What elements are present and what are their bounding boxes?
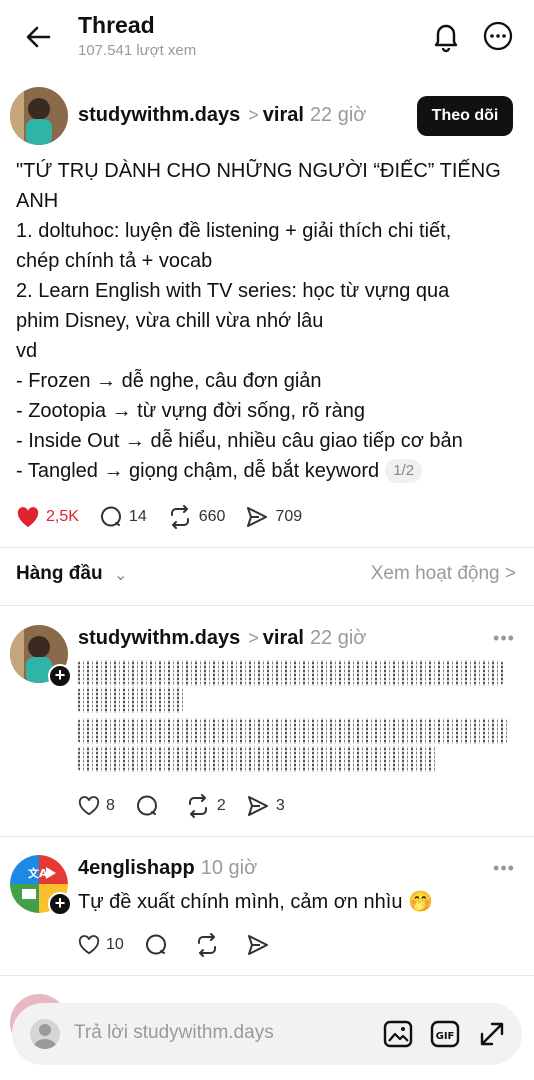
repost-icon xyxy=(188,794,207,818)
share-button[interactable]: 3 xyxy=(246,794,285,818)
post-line: vd xyxy=(16,340,38,362)
post-username[interactable]: studywithm.days xyxy=(78,104,240,126)
post-actions: 2,5K 14 660 709 xyxy=(16,505,322,529)
divider xyxy=(0,547,534,548)
reply-actions: 10 xyxy=(78,933,296,957)
reply-input[interactable]: Trả lời studywithm.days xyxy=(74,1022,274,1044)
divider xyxy=(0,836,534,837)
more-options-icon[interactable]: ••• xyxy=(490,858,518,878)
comment-button[interactable] xyxy=(144,933,174,957)
post-line: - Zootopia → từ vựng đời sống, rõ ràng xyxy=(16,400,365,422)
reply-actions: 8 2 3 xyxy=(78,794,305,818)
post-meta: studywithm.days > viral 22 giờ xyxy=(78,104,366,127)
comment-icon xyxy=(100,506,121,527)
reply-meta: 4englishapp 10 giờ xyxy=(78,857,257,880)
share-icon xyxy=(247,507,268,527)
bell-icon[interactable] xyxy=(428,18,464,54)
post-line: ANH xyxy=(16,190,59,212)
like-count: 10 xyxy=(106,936,124,953)
user-avatar-icon xyxy=(30,1019,60,1049)
post-line: phim Disney, vừa chill vừa nhớ lâu xyxy=(16,310,324,332)
comment-count: 14 xyxy=(128,508,147,525)
blurred-text xyxy=(78,687,183,713)
gif-icon[interactable]: GIF xyxy=(429,1018,461,1050)
repost-icon xyxy=(197,933,216,957)
share-button[interactable]: 709 xyxy=(245,505,302,529)
post-line-last: - Tangled → giọng chậm, dễ bắt keyword 1/… xyxy=(16,456,516,486)
image-icon[interactable] xyxy=(382,1018,414,1050)
like-button[interactable]: 2,5K xyxy=(16,506,79,528)
reply-meta: studywithm.days > viral 22 giờ xyxy=(78,627,366,650)
reply-username[interactable]: 4englishapp xyxy=(78,857,195,879)
follow-plus-icon[interactable]: + xyxy=(48,664,72,688)
reply-time: 22 giờ xyxy=(309,627,367,649)
repost-button[interactable] xyxy=(194,933,226,957)
chevron-right-icon: > xyxy=(248,105,259,125)
view-count: 107.541 lượt xem xyxy=(78,42,197,59)
heart-icon xyxy=(17,507,39,527)
page-title: Thread xyxy=(78,12,155,38)
like-count: 8 xyxy=(106,797,115,814)
post-line: 2. Learn English with TV series: học từ … xyxy=(16,280,450,302)
divider xyxy=(0,605,534,606)
reply-composer[interactable]: Trả lời studywithm.days GIF xyxy=(12,1003,522,1065)
post-line: - Inside Out → dễ hiểu, nhiều câu giao t… xyxy=(16,430,463,452)
repost-count: 660 xyxy=(198,508,226,525)
reply-topic-tag[interactable]: viral xyxy=(263,627,304,649)
expand-icon[interactable] xyxy=(476,1018,508,1050)
repost-button[interactable]: 2 xyxy=(185,794,226,818)
reply-time: 10 giờ xyxy=(200,857,258,879)
repost-count: 2 xyxy=(216,797,226,814)
more-circle-icon[interactable] xyxy=(480,18,516,54)
comment-button[interactable] xyxy=(135,794,165,818)
blurred-text xyxy=(78,746,438,772)
view-activity-label: Xem hoạt động xyxy=(370,563,500,584)
heart-icon xyxy=(78,796,100,816)
chevron-down-icon[interactable]: ⌄ xyxy=(114,565,127,585)
like-count: 2,5K xyxy=(46,508,79,525)
share-count: 3 xyxy=(275,797,285,814)
back-arrow-icon[interactable] xyxy=(22,20,56,54)
reply-text: Tự đề xuất chính mình, cảm ơn nhìu 🤭 xyxy=(78,891,433,913)
follow-plus-icon[interactable]: + xyxy=(48,892,72,916)
heart-icon xyxy=(78,935,100,955)
page-indicator[interactable]: 1/2 xyxy=(385,459,423,483)
more-options-icon[interactable]: ••• xyxy=(490,628,518,648)
share-icon xyxy=(247,796,268,816)
post-line: - Tangled → giọng chậm, dễ bắt keyword xyxy=(16,460,380,482)
view-activity-link[interactable]: Xem hoạt động > xyxy=(371,563,516,585)
follow-button[interactable]: Theo dõi xyxy=(417,96,513,136)
post-line: chép chính tả + vocab xyxy=(16,250,213,272)
svg-text:文A: 文A xyxy=(28,866,48,880)
post-topic-tag[interactable]: viral xyxy=(263,104,304,126)
avatar[interactable] xyxy=(10,87,68,145)
blurred-text xyxy=(78,660,503,686)
share-count: 709 xyxy=(275,508,303,525)
svg-text:GIF: GIF xyxy=(436,1031,455,1042)
share-button[interactable] xyxy=(246,933,276,957)
divider xyxy=(0,975,534,976)
repost-icon xyxy=(170,505,189,529)
post-line: 1. doltuhoc: luyện đề listening + giải t… xyxy=(16,220,452,242)
comment-button[interactable]: 14 xyxy=(99,505,147,529)
chevron-right-icon: > xyxy=(248,628,259,648)
blurred-text xyxy=(78,718,508,744)
comment-icon xyxy=(136,795,157,816)
post-time: 22 giờ xyxy=(309,104,367,126)
sort-dropdown[interactable]: Hàng đầu xyxy=(16,563,103,585)
post-text: "TỨ TRỤ DÀNH CHO NHỮNG NGƯỜI “ĐIẾC” TIẾN… xyxy=(16,156,516,486)
post-line: - Frozen → dễ nghe, câu đơn giản xyxy=(16,370,322,392)
post-line: "TỨ TRỤ DÀNH CHO NHỮNG NGƯỜI “ĐIẾC” TIẾN… xyxy=(16,160,501,182)
repost-button[interactable]: 660 xyxy=(167,505,226,529)
reply-username[interactable]: studywithm.days xyxy=(78,627,240,649)
like-button[interactable]: 10 xyxy=(78,935,124,955)
top-bar: Thread 107.541 lượt xem xyxy=(0,0,534,70)
like-button[interactable]: 8 xyxy=(78,796,115,816)
comment-icon xyxy=(145,934,166,955)
sort-row: Hàng đầu ⌄ Xem hoạt động > xyxy=(16,563,516,593)
share-icon xyxy=(247,935,268,955)
